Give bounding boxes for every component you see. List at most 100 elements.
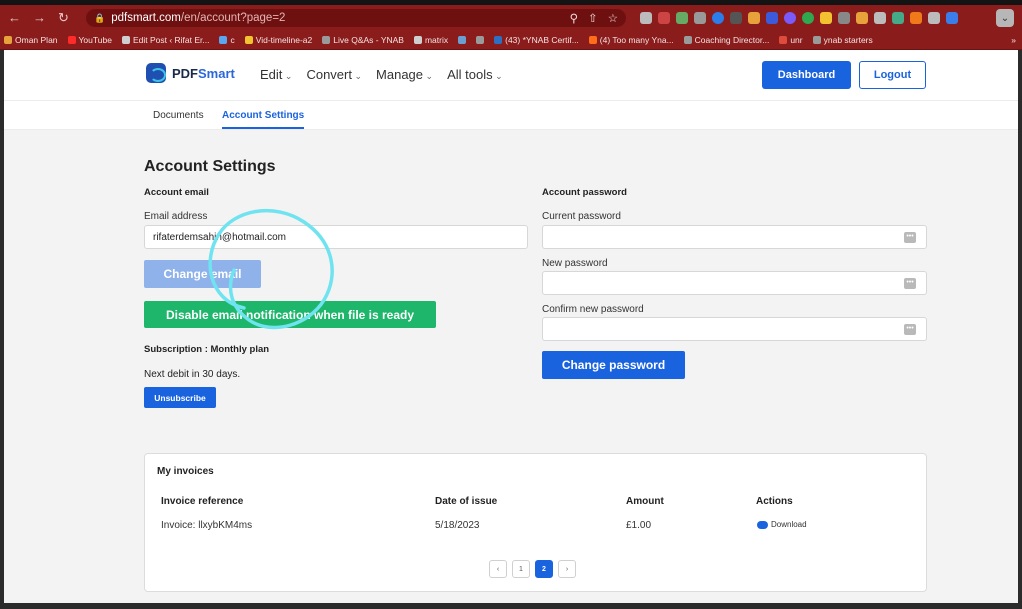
extension-icon[interactable]	[838, 12, 850, 24]
main-nav: Edit Convert Manage All tools	[260, 67, 503, 82]
confirm-password-field[interactable]: •••	[542, 317, 927, 341]
page-title: Account Settings	[144, 158, 276, 175]
email-field[interactable]: rifaterdemsahin@hotmail.com	[144, 225, 528, 249]
bookmarks-overflow-icon[interactable]: »	[1011, 35, 1022, 45]
bookmark-item[interactable]: Edit Post ‹ Rifat Er...	[121, 35, 210, 45]
forward-icon[interactable]: →	[33, 10, 46, 26]
bookmark-label: matrix	[424, 35, 449, 45]
bookmark-label: Live Q&As - YNAB	[333, 35, 404, 45]
prev-page-button[interactable]: ‹	[489, 560, 507, 578]
site-header: PDFSmart Edit Convert Manage All tools D…	[4, 50, 1018, 101]
logout-button[interactable]: Logout	[859, 61, 926, 89]
bookmark-label: Coaching Director...	[694, 35, 770, 45]
bookmark-label: Edit Post ‹ Rifat Er...	[132, 35, 210, 45]
chevron-down-icon[interactable]: ⌄	[996, 9, 1014, 27]
key-icon[interactable]: ⚲	[570, 11, 578, 25]
extension-icon[interactable]	[874, 12, 886, 24]
bookmark-label: unr	[790, 35, 803, 45]
invoices-card: My invoices Invoice reference Date of is…	[144, 453, 927, 592]
bookmark-label: Vid-timeline-a2	[255, 35, 313, 45]
confirm-password-label: Confirm new password	[542, 304, 644, 315]
extension-icon[interactable]	[766, 12, 778, 24]
extension-icon[interactable]	[802, 12, 814, 24]
extension-icon[interactable]	[694, 12, 706, 24]
address-bar[interactable]: 🔒 pdfsmart.com/en/account?page=2 ⚲ ⇧ ☆	[86, 9, 626, 27]
bookmark-item[interactable]: Live Q&As - YNAB	[322, 35, 404, 45]
reload-icon[interactable]: ↻	[58, 10, 69, 26]
extension-icon[interactable]	[820, 12, 832, 24]
extension-icon[interactable]	[910, 12, 922, 24]
new-password-field[interactable]: •••	[542, 271, 927, 295]
password-manager-icon[interactable]: •••	[904, 324, 916, 335]
bookmark-item[interactable]: unr	[779, 35, 803, 45]
invoices-title: My invoices	[157, 466, 214, 477]
extension-icon[interactable]	[748, 12, 760, 24]
bookmark-item[interactable]: (4) Too many Yna...	[588, 35, 674, 45]
bookmark-item[interactable]	[458, 36, 467, 44]
url-host: pdfsmart.com	[111, 12, 181, 24]
tab-account-settings[interactable]: Account Settings	[222, 110, 305, 129]
password-manager-icon[interactable]: •••	[904, 278, 916, 289]
cloud-download-icon	[757, 520, 768, 529]
extension-icon[interactable]	[712, 12, 724, 24]
extension-icon[interactable]	[928, 12, 940, 24]
bookmarks-bar: Oman Plan YouTube Edit Post ‹ Rifat Er... c…	[0, 31, 1022, 50]
change-password-button[interactable]: Change password	[542, 351, 685, 379]
bookmark-icon	[683, 36, 692, 44]
nav-convert[interactable]: Convert	[306, 67, 362, 82]
lock-icon: 🔒	[94, 12, 106, 23]
share-icon[interactable]: ⇧	[588, 11, 598, 25]
extension-icon[interactable]	[946, 12, 958, 24]
nav-manage[interactable]: Manage	[376, 67, 433, 82]
download-label: Download	[771, 520, 807, 529]
back-icon[interactable]: ←	[8, 10, 21, 26]
bookmark-item[interactable]: (43) *YNAB Certif...	[494, 35, 579, 45]
disable-notification-button[interactable]: Disable email notification when file is …	[144, 301, 436, 328]
url-path: /en/account?page=2	[180, 12, 286, 24]
page-1-button[interactable]: 1	[512, 560, 530, 578]
extension-icon[interactable]	[658, 12, 670, 24]
column-header-actions: Actions	[756, 496, 793, 507]
bookmark-item[interactable]: Oman Plan	[4, 35, 58, 45]
bookmark-item[interactable]: ynab starters	[812, 35, 873, 45]
extension-icon[interactable]	[856, 12, 868, 24]
next-page-button[interactable]: ›	[558, 560, 576, 578]
bookmark-label: Oman Plan	[15, 35, 58, 45]
logo-prefix: PDF	[172, 65, 198, 81]
bookmark-item[interactable]	[476, 36, 485, 44]
nav-edit[interactable]: Edit	[260, 67, 292, 82]
extension-icon[interactable]	[730, 12, 742, 24]
bookmark-icon	[494, 36, 503, 44]
extension-icon[interactable]	[784, 12, 796, 24]
bookmark-item[interactable]: Coaching Director...	[683, 35, 770, 45]
bookmark-icon	[812, 36, 821, 44]
star-icon[interactable]: ☆	[608, 11, 618, 25]
download-link[interactable]: Download	[757, 520, 807, 529]
current-password-label: Current password	[542, 211, 621, 222]
nav-all-tools[interactable]: All tools	[447, 67, 503, 82]
page-2-button[interactable]: 2	[535, 560, 553, 578]
bookmark-item[interactable]: Vid-timeline-a2	[244, 35, 313, 45]
bookmark-icon	[4, 36, 12, 44]
extension-icon[interactable]	[676, 12, 688, 24]
bookmark-icon	[244, 36, 253, 44]
bookmark-item[interactable]: c	[219, 35, 235, 45]
browser-nav: ← → ↻	[0, 10, 86, 26]
logo[interactable]: PDFSmart	[146, 63, 235, 83]
bookmark-item[interactable]: matrix	[413, 35, 449, 45]
email-section-title: Account email	[144, 187, 209, 198]
dashboard-button[interactable]: Dashboard	[762, 61, 851, 89]
bookmark-icon	[588, 36, 597, 44]
invoice-amount: £1.00	[626, 520, 652, 531]
bookmark-label: ynab starters	[823, 35, 873, 45]
change-email-button[interactable]: Change email	[144, 260, 261, 288]
password-manager-icon[interactable]: •••	[904, 232, 916, 243]
extension-icon[interactable]	[640, 12, 652, 24]
bookmark-icon	[67, 36, 76, 44]
unsubscribe-button[interactable]: Unsubscribe	[144, 387, 216, 408]
bookmark-icon	[413, 36, 422, 44]
bookmark-item[interactable]: YouTube	[67, 35, 112, 45]
current-password-field[interactable]: •••	[542, 225, 927, 249]
tab-documents[interactable]: Documents	[153, 110, 204, 121]
extension-icon[interactable]	[892, 12, 904, 24]
